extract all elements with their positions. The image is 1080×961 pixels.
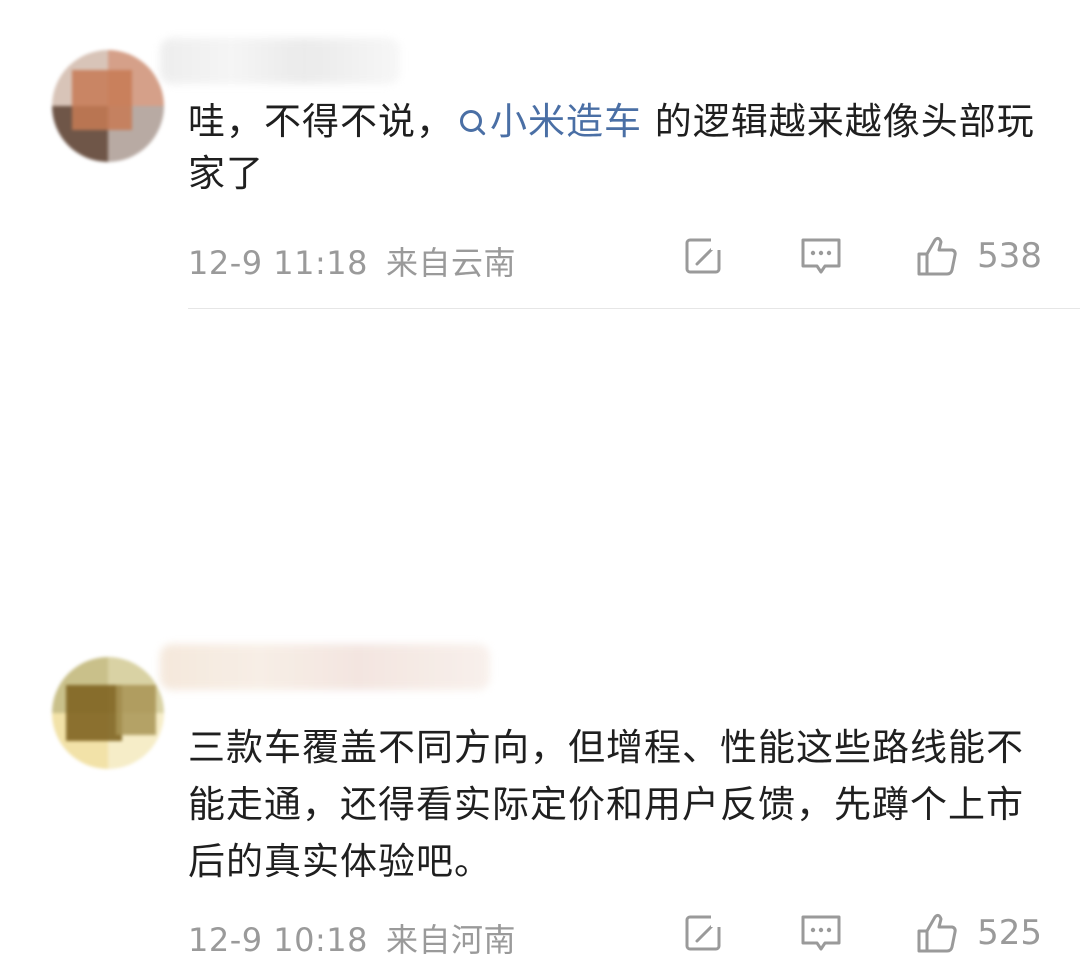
like-count: 538 xyxy=(977,236,1042,276)
thumbs-up-icon[interactable] xyxy=(915,234,959,278)
comment-actions: 538 xyxy=(683,234,1042,278)
comment-item: 三款车覆盖不同方向，但增程、性能这些路线能不能走通，还得看实际定价和用户反馈，先… xyxy=(0,309,1080,959)
share-icon[interactable] xyxy=(683,234,727,278)
comment-text-before: 哇，不得不说， xyxy=(188,100,454,143)
topic-link[interactable]: 小米造车 xyxy=(454,100,642,143)
comment-meta: 12-9 10:18 来自河南 xyxy=(188,915,516,961)
avatar[interactable] xyxy=(52,50,164,162)
comment-location: 来自云南 xyxy=(386,244,517,282)
thumbs-up-icon[interactable] xyxy=(915,911,959,955)
like-count: 525 xyxy=(977,913,1042,953)
comment-text: 三款车覆盖不同方向，但增程、性能这些路线能不能走通，还得看实际定价和用户反馈，先… xyxy=(188,726,1024,883)
comment-actions: 525 xyxy=(683,911,1042,955)
share-icon[interactable] xyxy=(683,911,727,955)
avatar[interactable] xyxy=(52,657,164,769)
comment-icon[interactable] xyxy=(799,911,843,955)
comment-icon[interactable] xyxy=(799,234,843,278)
username-blurred[interactable] xyxy=(160,38,400,84)
topic-link-label: 小米造车 xyxy=(490,100,642,143)
username-blurred[interactable] xyxy=(160,644,490,690)
comment-meta: 12-9 11:18 来自云南 xyxy=(188,238,516,284)
comment-item: 哇，不得不说， 小米造车 的逻辑越来越像头部玩家了 12-9 11:18 来自云南 … xyxy=(0,0,1080,308)
search-icon xyxy=(460,109,482,132)
comment-date: 12-9 10:18 xyxy=(188,921,369,959)
comment-location: 来自河南 xyxy=(386,921,517,959)
comment-text: 哇，不得不说， 小米造车 的逻辑越来越像头部玩家了 xyxy=(188,96,1048,200)
comment-date: 12-9 11:18 xyxy=(188,244,369,282)
